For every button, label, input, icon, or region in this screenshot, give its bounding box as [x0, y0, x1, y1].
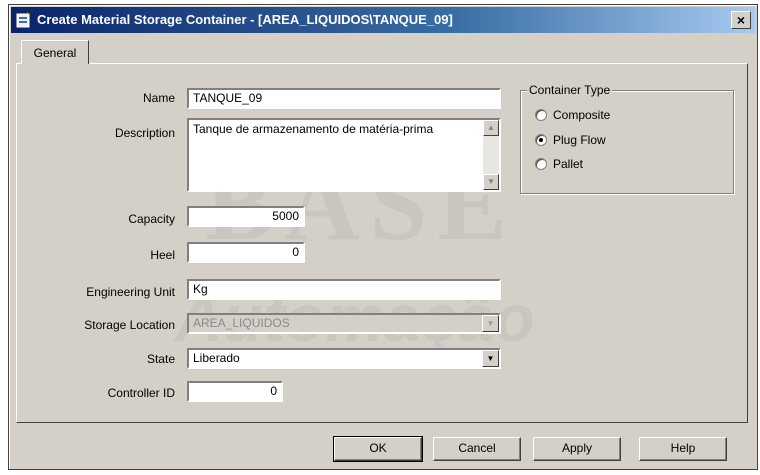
radio-pallet-icon[interactable]: [535, 158, 547, 170]
controller-id-field[interactable]: 0: [187, 381, 283, 402]
controller-id-label: Controller ID: [107, 386, 175, 400]
radio-pallet[interactable]: Pallet: [535, 157, 583, 171]
app-icon: [16, 12, 30, 28]
radio-plug-flow[interactable]: Plug Flow: [535, 133, 606, 147]
title-bar[interactable]: Create Material Storage Container - [ARE…: [11, 7, 755, 33]
radio-pallet-label: Pallet: [553, 157, 584, 171]
radio-composite-label: Composite: [553, 108, 611, 122]
engineering-unit-field[interactable]: Kg: [187, 279, 501, 300]
window-title: Create Material Storage Container - [ARE…: [37, 12, 453, 27]
description-field[interactable]: Tanque de armazenamento de matéria-prima…: [187, 118, 501, 192]
container-type-group: Container Type Composite Plug Flow Palle…: [520, 83, 734, 194]
radio-composite-icon[interactable]: [535, 109, 547, 121]
radio-plug-flow-icon[interactable]: [535, 134, 547, 146]
storage-location-label: Storage Location: [84, 318, 175, 332]
chevron-down-icon[interactable]: ▼: [482, 350, 499, 367]
tab-general[interactable]: General: [21, 40, 89, 64]
radio-plug-flow-label: Plug Flow: [553, 133, 606, 147]
cancel-button[interactable]: Cancel: [433, 437, 521, 461]
storage-location-select: AREA_LIQUIDOS ▼: [187, 313, 501, 334]
capacity-label: Capacity: [128, 212, 175, 226]
scroll-up-icon[interactable]: ▲: [483, 120, 499, 136]
help-button[interactable]: Help: [639, 437, 727, 461]
name-field[interactable]: TANQUE_09: [187, 88, 501, 109]
tab-general-label: General: [33, 45, 77, 60]
description-text: Tanque de armazenamento de matéria-prima: [193, 122, 434, 136]
name-label: Name: [142, 91, 175, 105]
storage-location-value: AREA_LIQUIDOS: [193, 316, 290, 330]
heel-label: Heel: [150, 248, 175, 262]
heel-field[interactable]: 0: [187, 242, 305, 263]
capacity-field[interactable]: 5000: [187, 206, 305, 227]
state-label: State: [146, 352, 175, 366]
state-value: Liberado: [193, 351, 240, 365]
container-type-title: Container Type: [527, 83, 613, 97]
description-scrollbar[interactable]: ▲ ▼: [483, 120, 499, 190]
apply-button[interactable]: Apply: [533, 437, 621, 461]
radio-composite[interactable]: Composite: [535, 108, 610, 122]
state-select[interactable]: Liberado ▼: [187, 348, 501, 369]
close-button[interactable]: ×: [731, 11, 751, 29]
scroll-down-icon[interactable]: ▼: [483, 174, 499, 190]
ok-button[interactable]: OK: [333, 436, 423, 462]
description-label: Description: [114, 126, 175, 140]
chevron-down-icon: ▼: [482, 315, 499, 332]
engineering-unit-label: Engineering Unit: [86, 285, 175, 299]
